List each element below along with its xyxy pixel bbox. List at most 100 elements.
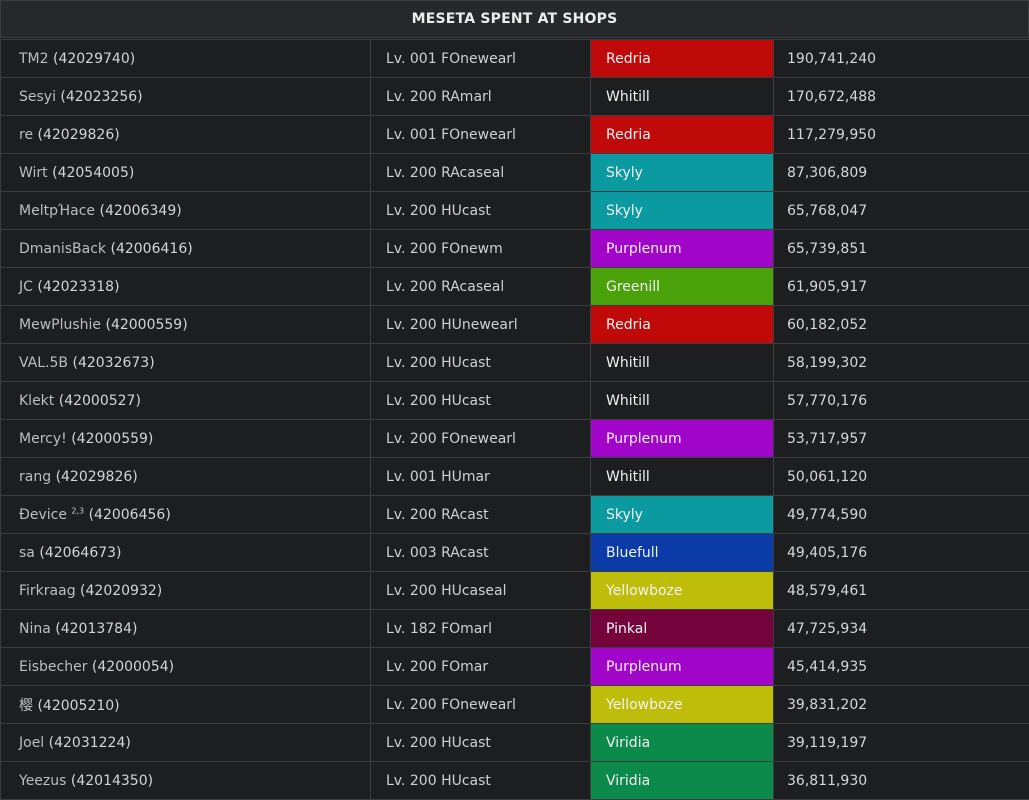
table-row: Firkraag (42020932) Lv. 200 HUcaseal Yello… [0,571,1029,610]
guild-card-id: (42031224) [48,734,131,751]
player-cell[interactable]: JC (42023318) [0,267,371,306]
table-row: MeltpΉace (42006349) Lv. 200 HUcast Skyly 6… [0,191,1029,230]
leaderboard: MESETA SPENT AT SHOPS TM2 (42029740) Lv. … [0,0,1029,800]
guild-card-id: (42064673) [39,544,122,561]
level-class-cell: Lv. 001 FOnewearl [370,39,591,78]
player-cell[interactable]: Klekt (42000527) [0,381,371,420]
level-class-cell: Lv. 001 FOnewearl [370,115,591,154]
guild-card-id: (42054005) [52,164,135,181]
player-cell[interactable]: sa (42064673) [0,533,371,572]
player-name[interactable]: Yeezus [19,773,66,789]
guild-card-id: (42006349) [99,202,182,219]
player-cell[interactable]: Sesyi (42023256) [0,77,371,116]
meseta-value-cell: 60,182,052 [773,305,1029,344]
level-class-cell: Lv. 200 RAcast [370,495,591,534]
table-row: Eisbecher (42000054) Lv. 200 FOmar Purplen… [0,647,1029,686]
table-row: Mercy! (42000559) Lv. 200 FOnewearl Purple… [0,419,1029,458]
meseta-value-cell: 45,414,935 [773,647,1029,686]
table-row: VAL.5B (42032673) Lv. 200 HUcast Whitill 58… [0,343,1029,382]
section-id-cell: Yellowboze [590,571,774,610]
player-cell[interactable]: Joel (42031224) [0,723,371,762]
player-cell[interactable]: Yeezus (42014350) [0,761,371,800]
player-cell[interactable]: Wirt (42054005) [0,153,371,192]
player-name[interactable]: Eisbecher [19,659,87,675]
section-id-cell: Redria [590,39,774,78]
leaderboard-table: TM2 (42029740) Lv. 001 FOnewearl Redria 190… [0,39,1029,800]
player-name[interactable]: VAL.5B [19,355,68,371]
player-name[interactable]: Sesyi [19,89,56,105]
player-cell[interactable]: rang (42029826) [0,457,371,496]
player-name[interactable]: rang [19,469,51,485]
player-cell[interactable]: VAL.5B (42032673) [0,343,371,382]
level-class-cell: Lv. 003 RAcast [370,533,591,572]
guild-card-id: (42006456) [88,506,171,523]
player-cell[interactable]: re (42029826) [0,115,371,154]
player-name[interactable]: DmanisBack [19,241,106,257]
guild-card-id: (42006416) [110,240,193,257]
guild-card-id: (42000559) [105,316,188,333]
player-cell[interactable]: Firkraag (42020932) [0,571,371,610]
player-cell[interactable]: Ðevice 2,3 (42006456) [0,495,371,534]
table-row: Wirt (42054005) Lv. 200 RAcaseal Skyly 87,3… [0,153,1029,192]
player-name[interactable]: Nina [19,621,51,637]
player-name[interactable]: 樱 [19,698,33,714]
player-name[interactable]: Firkraag [19,583,76,599]
meseta-value-cell: 39,831,202 [773,685,1029,724]
meseta-value-cell: 58,199,302 [773,343,1029,382]
player-name[interactable]: Mercy! [19,431,67,447]
level-class-cell: Lv. 001 HUmar [370,457,591,496]
level-class-cell: Lv. 200 HUcast [370,381,591,420]
player-cell[interactable]: Nina (42013784) [0,609,371,648]
section-id-cell: Bluefull [590,533,774,572]
guild-card-id: (42000559) [71,430,154,447]
player-name[interactable]: JC [19,279,33,295]
leaderboard-rows: TM2 (42029740) Lv. 001 FOnewearl Redria 190… [0,39,1029,800]
section-id-cell: Viridia [590,761,774,800]
guild-card-id: (42000054) [91,658,175,675]
meseta-value-cell: 87,306,809 [773,153,1029,192]
player-name[interactable]: sa [19,545,35,561]
section-id-cell: Purplenum [590,419,774,458]
leaderboard-title: MESETA SPENT AT SHOPS [0,0,1029,38]
table-row: Ðevice 2,3 (42006456) Lv. 200 RAcast Skyly… [0,495,1029,534]
table-row: TM2 (42029740) Lv. 001 FOnewearl Redria 190… [0,39,1029,78]
section-id-cell: Whitill [590,77,774,116]
player-name[interactable]: MewPlushie [19,317,101,333]
player-cell[interactable]: MeltpΉace (42006349) [0,191,371,230]
table-row: Sesyi (42023256) Lv. 200 RAmarl Whitill 170… [0,77,1029,116]
player-name[interactable]: Klekt [19,393,54,409]
level-class-cell: Lv. 200 FOnewm [370,229,591,268]
player-name[interactable]: Wirt [19,165,48,181]
meseta-value-cell: 117,279,950 [773,115,1029,154]
guild-card-id: (42029826) [37,126,120,143]
level-class-cell: Lv. 182 FOmarl [370,609,591,648]
guild-card-id: (42029740) [53,50,136,67]
guild-card-id: (42005210) [37,697,120,714]
section-id-cell: Yellowboze [590,685,774,724]
player-name[interactable]: TM2 [19,51,49,67]
meseta-value-cell: 65,739,851 [773,229,1029,268]
player-name[interactable]: Ðevice [19,507,67,523]
guild-card-id: (42029826) [55,468,138,485]
section-id-cell: Whitill [590,457,774,496]
level-class-cell: Lv. 200 RAcaseal [370,153,591,192]
player-cell[interactable]: DmanisBack (42006416) [0,229,371,268]
player-cell[interactable]: MewPlushie (42000559) [0,305,371,344]
meseta-value-cell: 47,725,934 [773,609,1029,648]
table-row: MewPlushie (42000559) Lv. 200 HUnewearl Re… [0,305,1029,344]
player-cell[interactable]: TM2 (42029740) [0,39,371,78]
guild-card-id: (42013784) [55,620,138,637]
player-cell[interactable]: Mercy! (42000559) [0,419,371,458]
player-name[interactable]: re [19,127,33,143]
player-name[interactable]: Joel [19,735,44,751]
section-id-cell: Skyly [590,191,774,230]
player-cell[interactable]: Eisbecher (42000054) [0,647,371,686]
meseta-value-cell: 39,119,197 [773,723,1029,762]
player-cell[interactable]: 樱 (42005210) [0,685,371,724]
table-row: JC (42023318) Lv. 200 RAcaseal Greenill 61,… [0,267,1029,306]
level-class-cell: Lv. 200 FOmar [370,647,591,686]
guild-card-id: (42023318) [37,278,120,295]
meseta-value-cell: 190,741,240 [773,39,1029,78]
section-id-cell: Whitill [590,381,774,420]
player-name[interactable]: MeltpΉace [19,203,95,219]
